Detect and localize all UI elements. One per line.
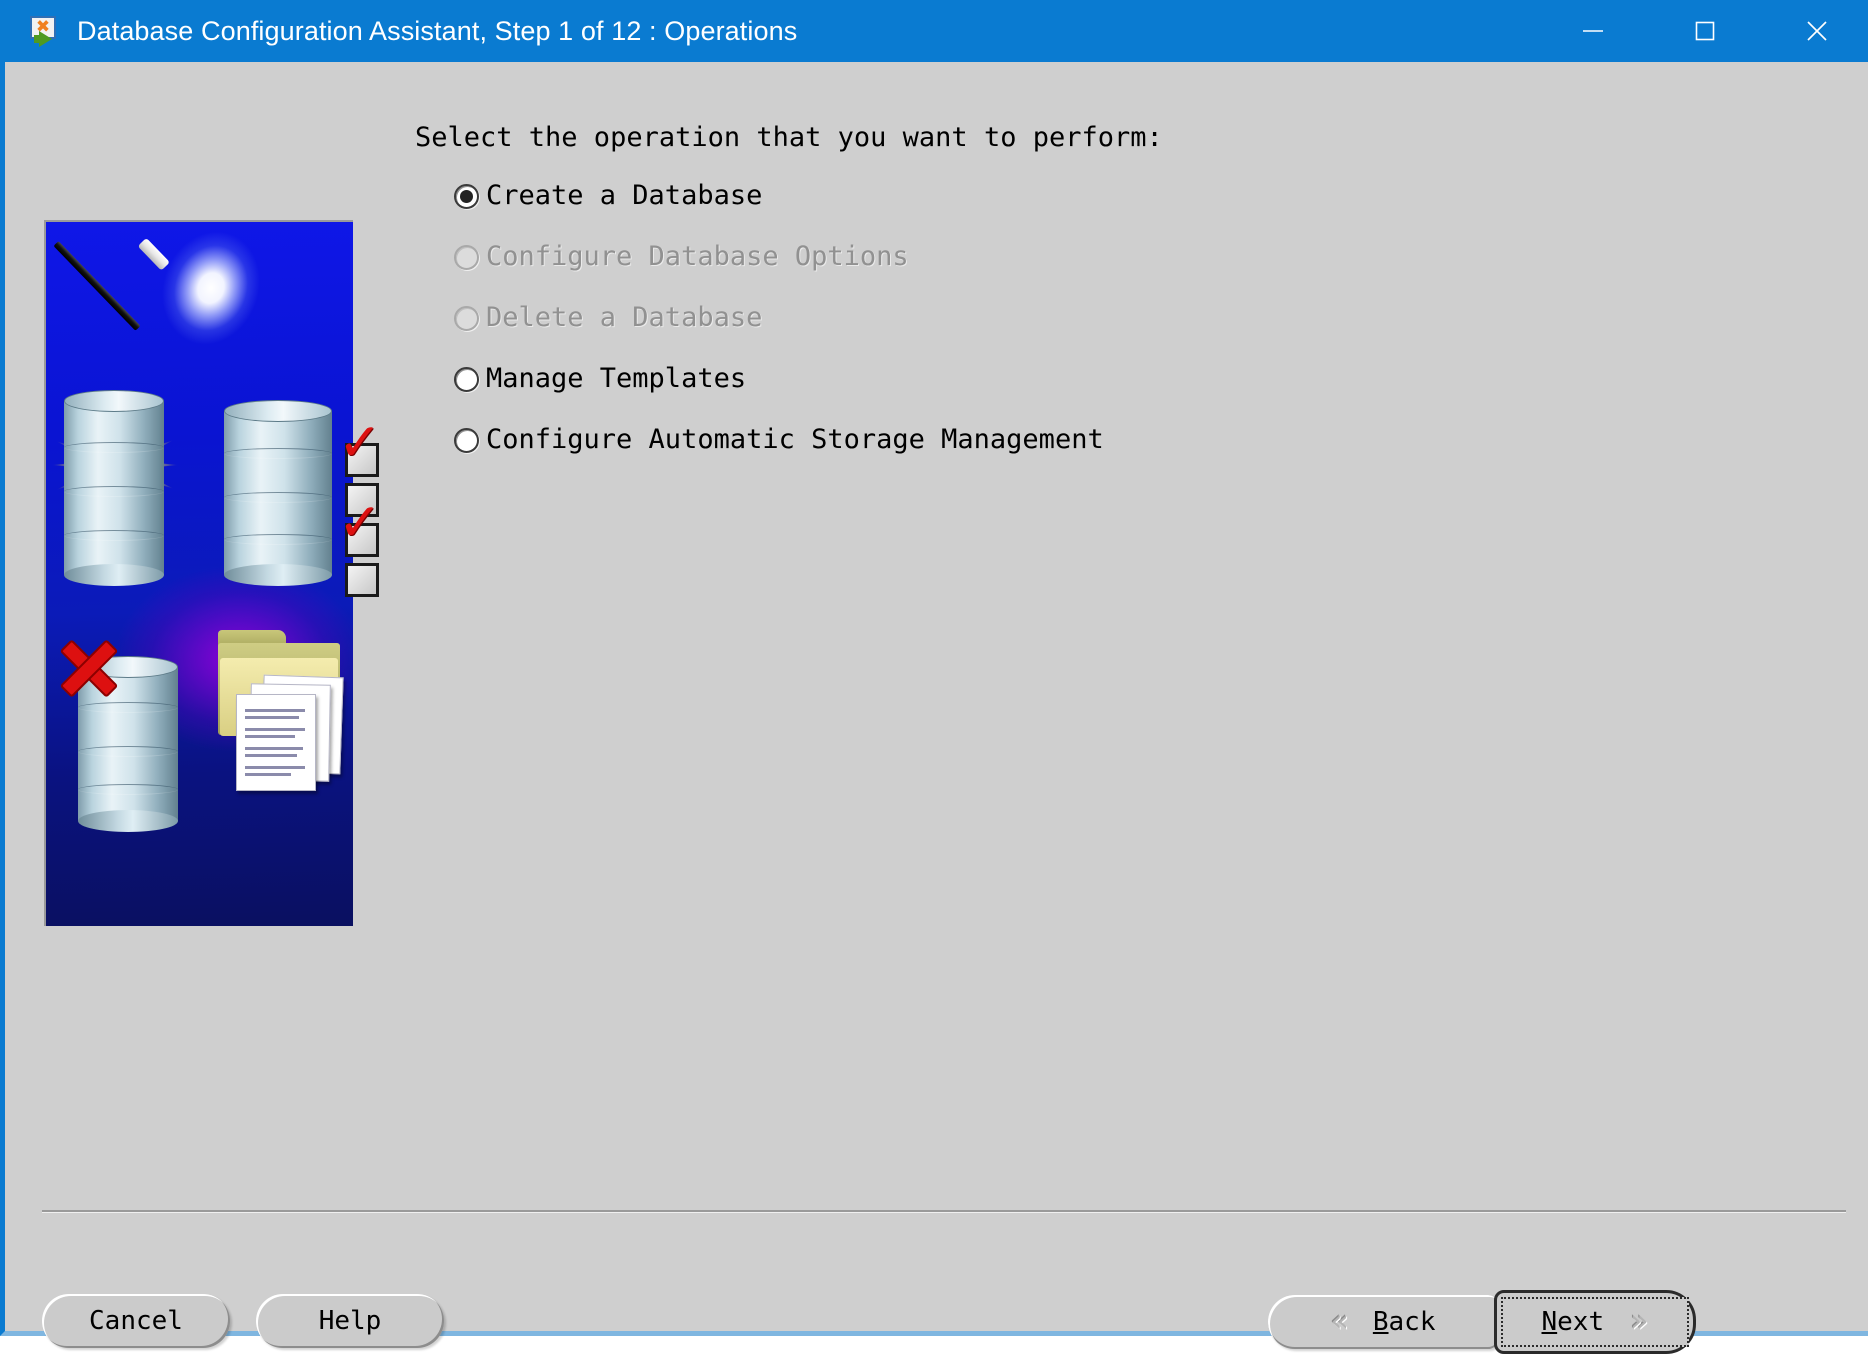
wizard-illustration: ✓ ✓ [39, 216, 382, 926]
next-button[interactable]: Next » [1494, 1290, 1696, 1354]
dialog-content: ✓ ✓ Select the operation that you want t… [10, 62, 1868, 1354]
next-button-label: Next [1541, 1307, 1605, 1337]
checklist-icon: ✓ ✓ [338, 417, 382, 603]
footer-divider [42, 1210, 1846, 1213]
documents-icon [218, 674, 353, 804]
radio-label: Create a Database [486, 180, 763, 211]
maximize-icon[interactable] [1649, 0, 1761, 62]
database-cylinder-icon [64, 390, 164, 586]
radio-label: Configure Database Options [486, 241, 909, 272]
radio-button-icon [454, 305, 479, 331]
back-button[interactable]: « Back [1268, 1295, 1498, 1349]
magic-wand-icon [53, 241, 141, 331]
cancel-button[interactable]: Cancel [42, 1294, 230, 1348]
window-controls [1537, 0, 1868, 62]
radio-create-a-database[interactable]: Create a Database [454, 177, 762, 215]
dbca-window: ✖ Database Configuration Assistant, Step… [0, 0, 1868, 1354]
radio-button-icon[interactable] [454, 427, 479, 453]
radio-manage-templates[interactable]: Manage Templates [454, 360, 746, 398]
radio-delete-a-database: Delete a Database [454, 299, 762, 337]
footer-left-buttons: Cancel Help [42, 1294, 444, 1348]
database-cylinder-icon [224, 400, 332, 586]
footer-navigation-buttons: « Back Next » [1268, 1290, 1696, 1354]
help-button[interactable]: Help [256, 1294, 444, 1348]
oracle-dbca-icon: ✖ [29, 16, 61, 47]
radio-button-icon[interactable] [454, 366, 479, 392]
radio-button-icon [454, 244, 479, 270]
operations-form: Select the operation that you want to pe… [410, 122, 1830, 482]
radio-configure-automatic-storage-management[interactable]: Configure Automatic Storage Management [454, 421, 1104, 459]
back-button-label: Back [1372, 1307, 1436, 1337]
radio-label: Configure Automatic Storage Management [486, 424, 1104, 455]
chevron-right-icon: » [1630, 1304, 1649, 1339]
radio-label: Delete a Database [486, 302, 763, 333]
title-bar[interactable]: ✖ Database Configuration Assistant, Step… [5, 0, 1868, 62]
prompt-label: Select the operation that you want to pe… [415, 122, 1163, 153]
operation-radio-group[interactable]: Create a Database Configure Database Opt… [454, 177, 1830, 459]
delete-x-icon [58, 637, 120, 699]
radio-button-icon[interactable] [454, 183, 479, 209]
window-title: Database Configuration Assistant, Step 1… [77, 15, 798, 46]
radio-label: Manage Templates [486, 363, 747, 394]
radio-configure-database-options: Configure Database Options [454, 238, 909, 276]
minimize-icon[interactable] [1537, 0, 1649, 62]
chevron-left-icon: « [1330, 1304, 1349, 1339]
close-icon[interactable] [1761, 0, 1868, 62]
